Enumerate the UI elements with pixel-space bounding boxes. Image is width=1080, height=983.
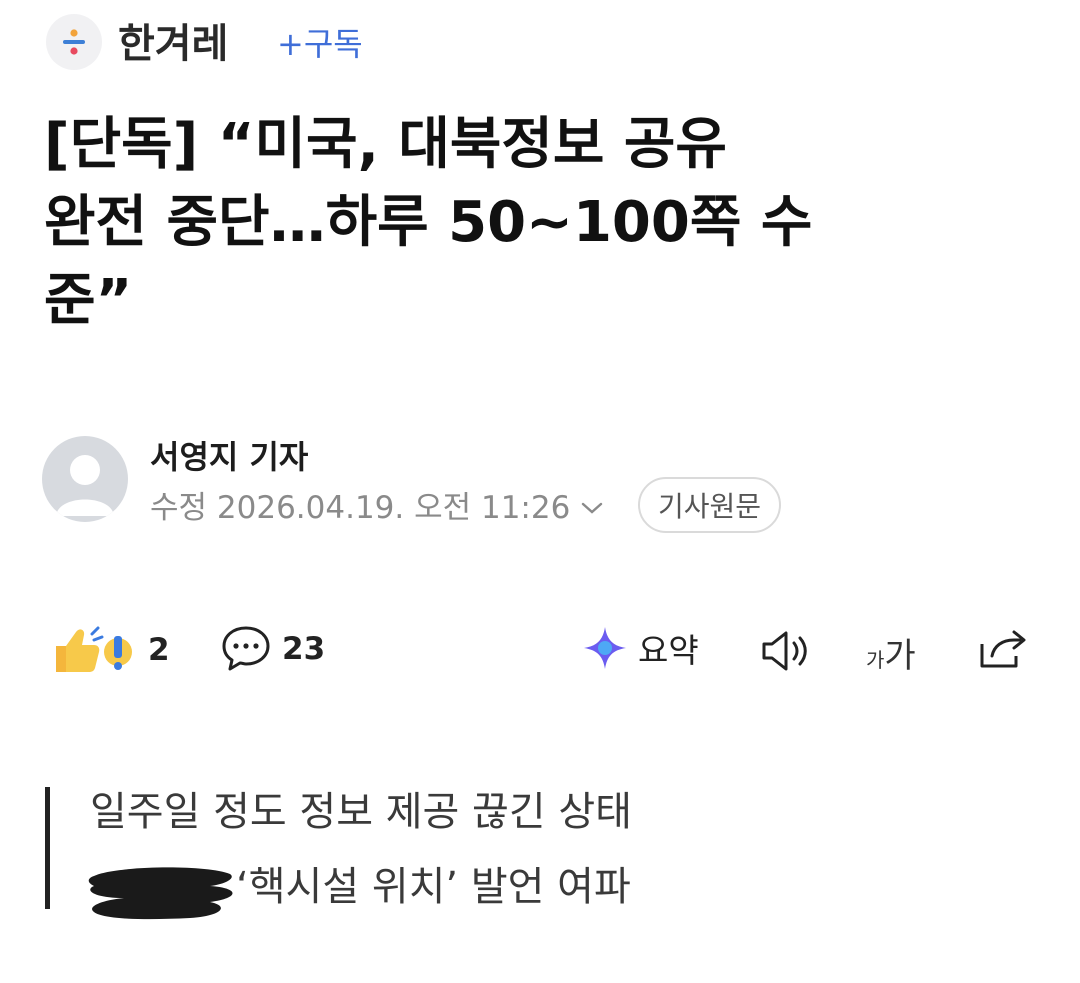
- subtitle-line: ‘핵시설 위치’ 발언 여파: [236, 864, 631, 910]
- default-avatar-icon: [56, 455, 114, 516]
- font-size-large-label: 가: [884, 636, 916, 676]
- ai-sparkle-icon: [584, 627, 626, 669]
- hankyoreh-logo-icon: [63, 29, 85, 55]
- share-icon: [980, 630, 1026, 668]
- comment-count: 23: [282, 631, 326, 667]
- headline-line: [단독] “미국, 대북정보 공유: [44, 112, 727, 177]
- font-size-small-label: 가: [866, 648, 885, 672]
- font-size-button[interactable]: 가가: [866, 628, 916, 677]
- reporter-avatar[interactable]: [42, 436, 128, 522]
- summary-label: 요약: [638, 631, 699, 670]
- headline-line: 준”: [44, 268, 133, 333]
- reaction-count: 2: [148, 632, 170, 668]
- summary-button[interactable]: 요약: [582, 624, 699, 672]
- share-button[interactable]: [978, 626, 1030, 676]
- redaction-scribble: [88, 858, 236, 924]
- comment-button[interactable]: 23: [220, 624, 325, 674]
- subscribe-button[interactable]: +구독: [277, 18, 363, 70]
- comment-bubble-icon: [222, 626, 270, 671]
- reporter-name[interactable]: 서영지 기자: [150, 436, 308, 478]
- listen-button[interactable]: [760, 628, 814, 678]
- reaction-button[interactable]: 2: [48, 622, 170, 678]
- subtitle-line: 일주일 정도 정보 제공 끊긴 상태: [90, 789, 632, 835]
- publisher-logo[interactable]: [46, 14, 102, 70]
- subtitle-quote-bar: [45, 787, 50, 909]
- article-headline: [단독] “미국, 대북정보 공유 완전 중단…하루 50~100쪽 수 준”: [44, 106, 1044, 340]
- speaker-icon: [762, 631, 807, 671]
- updated-timestamp[interactable]: 수정 2026.04.19. 오전 11:26: [150, 488, 604, 528]
- thumbs-up-surprised-icon: [56, 626, 132, 672]
- chevron-down-icon: [582, 502, 603, 514]
- original-article-button[interactable]: 기사원문: [638, 477, 782, 533]
- updated-label: 수정 2026.04.19. 오전 11:26: [150, 490, 571, 526]
- publisher-name[interactable]: 한겨레: [118, 16, 228, 72]
- headline-line: 완전 중단…하루 50~100쪽 수: [44, 190, 813, 255]
